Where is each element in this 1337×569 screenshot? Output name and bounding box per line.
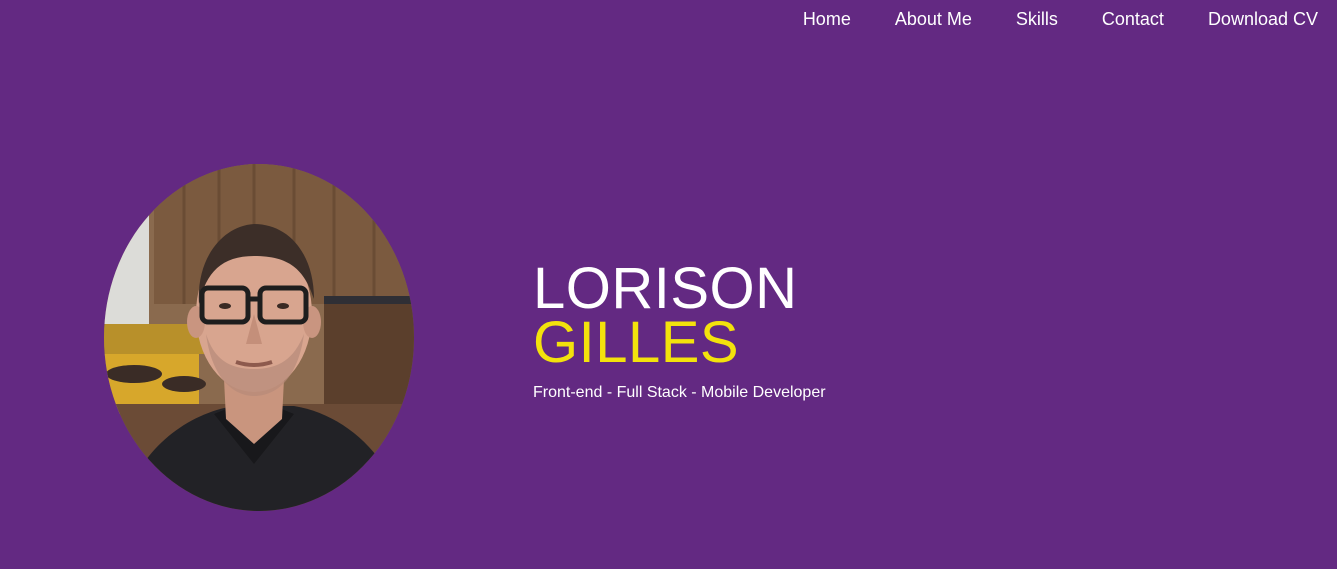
last-name-heading: GILLES [533,310,740,375]
first-name-heading: LORISON [533,256,798,321]
nav-contact-link[interactable]: Contact [1102,9,1164,30]
nav-home-link[interactable]: Home [803,9,851,30]
tagline-text: Front-end - Full Stack - Mobile Develope… [533,384,826,401]
nav-skills-link[interactable]: Skills [1016,9,1058,30]
profile-photo-illustration [104,164,414,511]
top-nav: Home About Me Skills Contact Download CV [803,0,1337,38]
hero-text: LORISON GILLES Front-end - Full Stack - … [533,256,826,402]
nav-download-cv-link[interactable]: Download CV [1208,9,1318,30]
nav-about-me-link[interactable]: About Me [895,9,972,30]
profile-photo [104,164,414,511]
